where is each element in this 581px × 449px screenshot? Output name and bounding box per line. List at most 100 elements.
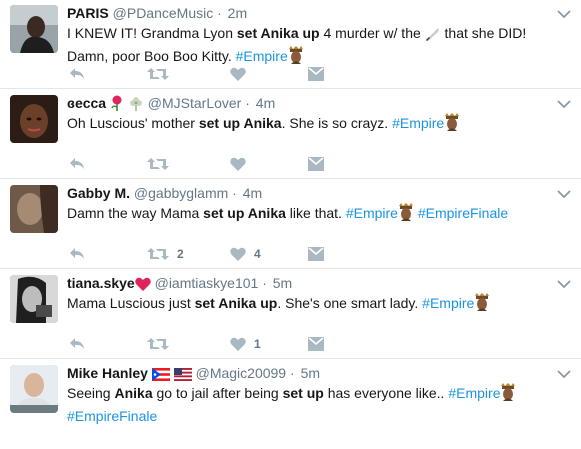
chevron-down-icon[interactable]: [557, 6, 571, 19]
retweet-count: 2: [177, 247, 184, 261]
hashtag-link[interactable]: #Empire: [392, 115, 444, 131]
reply-button[interactable]: [69, 334, 85, 354]
tweet-text: Mama Luscious just set Anika up. She's o…: [67, 293, 547, 316]
display-name[interactable]: ɞecca: [67, 95, 106, 111]
tweet-text: Damn the way Mama set up Anika like that…: [67, 203, 547, 226]
highlighted-text: set Anika up: [236, 25, 320, 41]
tweet-feed: PARIS @PDanceMusic · 2m I KNEW IT! Grand…: [0, 0, 581, 445]
user-handle[interactable]: @MJStarLover: [148, 95, 242, 111]
envelope-icon: [308, 337, 324, 351]
hashtag-link[interactable]: #Empire: [448, 385, 500, 401]
text-segment: . She's one smart lady.: [277, 295, 423, 311]
direct-message-button[interactable]: [308, 334, 324, 354]
envelope-icon: [308, 157, 324, 171]
tweet-actions: [67, 64, 367, 84]
highlighted-text: set up Anika: [203, 205, 286, 221]
tweet[interactable]: tiana.skye @iamtiaskye101 · 5m Mama Lusc…: [0, 270, 581, 359]
text-segment: Seeing: [67, 385, 115, 401]
rose-emoji-icon: [110, 95, 124, 115]
chevron-down-icon[interactable]: [557, 96, 571, 109]
direct-message-button[interactable]: [308, 64, 324, 84]
chevron-down-icon[interactable]: [557, 276, 571, 289]
retweet-button[interactable]: [147, 154, 177, 174]
empire-emoji-icon: [444, 113, 460, 136]
like-count: 4: [254, 247, 261, 261]
hashtag-link[interactable]: #Empire: [422, 295, 474, 311]
tweet-text: Seeing Anika go to jail after being set …: [67, 383, 547, 426]
highlighted-text: set Anika up: [194, 295, 278, 311]
user-handle[interactable]: @PDanceMusic: [113, 5, 214, 21]
retweet-icon: [147, 338, 169, 350]
tweet-header: ɞecca @MJStarLover · 4m: [67, 94, 275, 115]
timestamp[interactable]: 5m: [273, 275, 292, 291]
reply-icon: [70, 68, 84, 79]
tweet-actions: 1: [67, 334, 367, 354]
timestamp[interactable]: 4m: [243, 185, 262, 201]
highlighted-text: set up Anika: [198, 115, 282, 131]
chevron-down-icon[interactable]: [557, 186, 571, 199]
hashtag-link[interactable]: #Empire: [236, 48, 288, 64]
avatar[interactable]: [10, 185, 58, 233]
like-button[interactable]: [230, 64, 254, 84]
hashtag-link[interactable]: #EmpireFinale: [67, 408, 157, 424]
reply-icon: [70, 338, 84, 349]
user-handle[interactable]: @Magic20099: [196, 365, 287, 381]
display-name[interactable]: Mike Hanley: [67, 365, 148, 381]
separator: ·: [217, 5, 222, 21]
avatar[interactable]: [10, 95, 58, 143]
separator: ·: [262, 275, 267, 291]
reply-icon: [70, 248, 84, 259]
envelope-icon: [308, 247, 324, 261]
retweet-icon: [147, 68, 169, 80]
like-button[interactable]: 4: [230, 244, 261, 264]
tweet-text: I KNEW IT! Grandma Lyon set Anika up 4 m…: [67, 23, 547, 69]
text-segment: Mama Luscious just: [67, 295, 195, 311]
envelope-icon: [308, 67, 324, 81]
heart-icon: [230, 337, 246, 351]
tweet-header: PARIS @PDanceMusic · 2m: [67, 4, 247, 22]
retweet-button[interactable]: [147, 334, 177, 354]
timestamp[interactable]: 4m: [256, 95, 275, 111]
avatar[interactable]: [10, 275, 58, 323]
tweet-text: Oh Luscious' mother set up Anika. She is…: [67, 113, 547, 136]
chevron-down-icon[interactable]: [557, 366, 571, 379]
text-segment: like that.: [285, 205, 346, 221]
hashtag-link[interactable]: #Empire: [346, 205, 398, 221]
reply-button[interactable]: [69, 244, 85, 264]
flower-emoji-icon: [128, 95, 144, 115]
reply-button[interactable]: [69, 64, 85, 84]
tweet[interactable]: PARIS @PDanceMusic · 2m I KNEW IT! Grand…: [0, 0, 581, 89]
avatar[interactable]: [10, 365, 58, 413]
direct-message-button[interactable]: [308, 154, 324, 174]
timestamp[interactable]: 5m: [301, 365, 320, 381]
empire-emoji-icon: [474, 293, 490, 316]
text-segment: has everyone like..: [323, 385, 449, 401]
display-name[interactable]: PARIS: [67, 5, 109, 21]
text-segment: Oh Luscious' mother: [67, 115, 199, 131]
retweet-button[interactable]: [147, 64, 177, 84]
avatar[interactable]: [10, 5, 58, 53]
text-segment: 4 murder w/ the: [319, 25, 425, 41]
direct-message-button[interactable]: [308, 244, 324, 264]
text-segment: I KNEW IT! Grandma Lyon: [67, 25, 237, 41]
tweet-actions: [67, 154, 367, 174]
hashtag-link[interactable]: #EmpireFinale: [418, 205, 508, 221]
retweet-icon: [147, 248, 169, 260]
text-segment: Damn the way Mama: [67, 205, 204, 221]
knife-emoji-icon: [425, 26, 441, 46]
user-handle[interactable]: @iamtiaskye101: [155, 275, 259, 291]
tweet[interactable]: ɞecca @MJStarLover · 4m Oh Luscious' mot…: [0, 90, 581, 179]
timestamp[interactable]: 2m: [228, 5, 247, 21]
display-name[interactable]: tiana.skye: [67, 275, 135, 291]
display-name[interactable]: Gabby M.: [67, 185, 130, 201]
text-segment: . She is so crayz.: [281, 115, 393, 131]
tweet[interactable]: Gabby M. @gabbyglamm · 4m Damn the way M…: [0, 180, 581, 269]
tweet[interactable]: Mike Hanley @Magic20099 · 5m Seeing Anik…: [0, 360, 581, 449]
like-button[interactable]: [230, 154, 254, 174]
highlighted-text: Anika: [114, 385, 153, 401]
retweet-button[interactable]: 2: [147, 244, 184, 264]
user-handle[interactable]: @gabbyglamm: [134, 185, 228, 201]
reply-button[interactable]: [69, 154, 85, 174]
like-button[interactable]: 1: [230, 334, 261, 354]
separator: ·: [290, 365, 295, 381]
